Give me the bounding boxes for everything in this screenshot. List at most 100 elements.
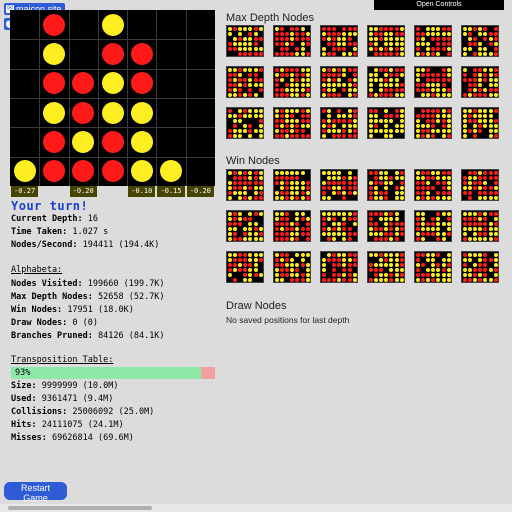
- saved-position-thumbnail[interactable]: [320, 251, 358, 283]
- saved-position-thumbnail[interactable]: [226, 107, 264, 139]
- mini-disc: [243, 124, 248, 128]
- saved-position-thumbnail[interactable]: [226, 66, 264, 98]
- saved-position-thumbnail[interactable]: [461, 169, 499, 201]
- mini-disc: [258, 232, 263, 236]
- mini-disc: [426, 186, 431, 190]
- mini-disc: [369, 212, 373, 216]
- mini-disc: [446, 273, 451, 277]
- saved-position-thumbnail[interactable]: [273, 210, 311, 242]
- saved-position-thumbnail[interactable]: [273, 25, 311, 57]
- mini-disc: [478, 124, 483, 128]
- mini-disc: [483, 124, 488, 128]
- mini-disc: [300, 47, 305, 51]
- saved-position-thumbnail[interactable]: [461, 251, 499, 283]
- saved-position-thumbnail[interactable]: [320, 107, 358, 139]
- restart-game-button[interactable]: Restart Game: [4, 482, 67, 503]
- mini-disc: [389, 134, 394, 138]
- mini-disc: [483, 52, 488, 56]
- mini-disc: [305, 83, 310, 87]
- saved-position-thumbnail[interactable]: [461, 210, 499, 242]
- saved-position-thumbnail[interactable]: [320, 169, 358, 201]
- mini-disc: [473, 181, 478, 185]
- saved-position-thumbnail[interactable]: [414, 25, 452, 57]
- mini-disc: [446, 134, 451, 138]
- mini-disc: [300, 181, 305, 185]
- open-controls-button[interactable]: Open Controls: [374, 0, 504, 10]
- mini-disc: [322, 212, 326, 216]
- mini-disc: [300, 273, 305, 277]
- mini-disc: [280, 52, 285, 56]
- saved-position-thumbnail[interactable]: [461, 25, 499, 57]
- mini-disc: [421, 176, 426, 180]
- mini-disc: [327, 42, 332, 46]
- mini-disc: [483, 263, 488, 267]
- tt-size-value: 9999999 (10.0M): [41, 381, 119, 391]
- saved-position-thumbnail[interactable]: [414, 169, 452, 201]
- max-depth-nodes-title: Max Depth Nodes: [226, 12, 315, 24]
- saved-position-thumbnail[interactable]: [414, 107, 452, 139]
- mini-disc: [473, 119, 478, 123]
- saved-position-thumbnail[interactable]: [226, 210, 264, 242]
- saved-position-thumbnail[interactable]: [273, 107, 311, 139]
- mini-disc: [473, 134, 478, 138]
- mini-disc: [369, 83, 373, 87]
- saved-position-thumbnail[interactable]: [367, 210, 405, 242]
- saved-position-thumbnail[interactable]: [461, 66, 499, 98]
- mini-disc: [352, 191, 357, 195]
- saved-position-thumbnail[interactable]: [367, 66, 405, 98]
- saved-position-thumbnail[interactable]: [226, 25, 264, 57]
- mini-disc: [322, 181, 326, 185]
- mini-disc: [305, 114, 310, 118]
- mini-disc: [369, 124, 373, 128]
- mini-disc: [243, 171, 248, 175]
- mini-disc: [416, 171, 420, 175]
- mini-disc: [280, 176, 285, 180]
- saved-position-thumbnail[interactable]: [414, 210, 452, 242]
- mini-disc: [342, 83, 347, 87]
- mini-disc: [327, 114, 332, 118]
- saved-position-thumbnail[interactable]: [367, 169, 405, 201]
- saved-position-thumbnail[interactable]: [414, 251, 452, 283]
- saved-position-thumbnail[interactable]: [226, 169, 264, 201]
- mini-disc: [446, 227, 451, 231]
- scrollbar-thumb[interactable]: [8, 506, 152, 510]
- mini-disc: [248, 73, 253, 77]
- mini-disc: [374, 68, 379, 72]
- mini-disc: [473, 227, 478, 231]
- mini-disc: [488, 258, 493, 262]
- mini-disc: [426, 268, 431, 272]
- mini-disc: [441, 93, 446, 97]
- mini-disc: [384, 124, 389, 128]
- mini-disc: [248, 268, 253, 272]
- saved-position-thumbnail[interactable]: [273, 66, 311, 98]
- saved-position-thumbnail[interactable]: [320, 66, 358, 98]
- red-disc: [101, 43, 124, 65]
- mini-disc: [248, 37, 253, 41]
- mini-disc: [389, 278, 394, 282]
- mini-disc: [431, 232, 436, 236]
- saved-position-thumbnail[interactable]: [320, 25, 358, 57]
- mini-disc: [280, 237, 285, 241]
- saved-position-thumbnail[interactable]: [273, 169, 311, 201]
- saved-position-thumbnail[interactable]: [367, 251, 405, 283]
- mini-disc: [483, 32, 488, 36]
- mini-disc: [416, 83, 420, 87]
- saved-position-thumbnail[interactable]: [414, 66, 452, 98]
- mini-disc: [352, 222, 357, 226]
- saved-position-thumbnail[interactable]: [320, 210, 358, 242]
- mini-disc: [483, 227, 488, 231]
- saved-position-thumbnail[interactable]: [273, 251, 311, 283]
- saved-position-thumbnail[interactable]: [461, 107, 499, 139]
- mini-disc: [352, 278, 357, 282]
- mini-disc: [463, 212, 467, 216]
- mini-disc: [347, 88, 352, 92]
- mini-disc: [421, 237, 426, 241]
- mini-disc: [436, 263, 441, 267]
- game-board[interactable]: [10, 10, 215, 186]
- saved-position-thumbnail[interactable]: [367, 25, 405, 57]
- saved-position-thumbnail[interactable]: [226, 251, 264, 283]
- mini-disc: [431, 119, 436, 123]
- saved-position-thumbnail[interactable]: [367, 107, 405, 139]
- mini-disc: [384, 212, 389, 216]
- horizontal-scrollbar[interactable]: [0, 504, 512, 512]
